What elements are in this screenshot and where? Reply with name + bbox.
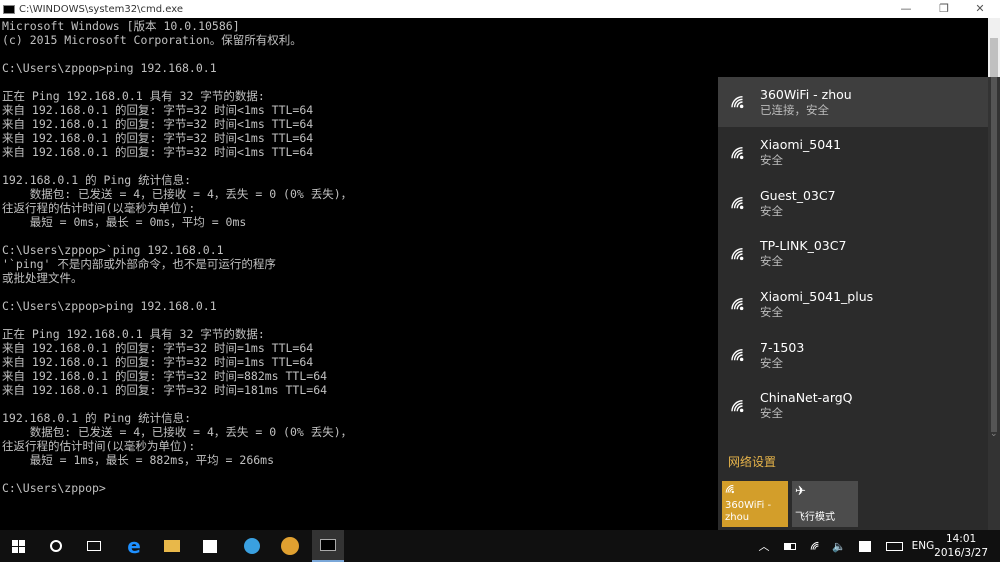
store-button[interactable] [194,530,226,562]
monkey-icon [281,537,299,555]
edge-icon: e [127,534,141,558]
airplane-icon: ✈ [795,484,806,499]
airplane-mode-tile[interactable]: ✈ 飞行模式 [792,481,858,527]
network-name: 7-1503 [760,339,805,355]
folder-icon [164,540,180,552]
task-view-icon [87,541,101,551]
wifi-icon [731,247,744,260]
wifi-network-item[interactable]: ChinaNet-argQ 安全 [718,381,988,431]
input-language[interactable]: ENG [910,530,936,562]
console-line: (c) 2015 Microsoft Corporation。保留所有权利。 [2,33,302,47]
console-line: Microsoft Windows [版本 10.0.10586] [2,19,240,33]
wifi-icon [731,349,744,362]
cmd-taskbar-button[interactable] [312,530,344,562]
wifi-icon [725,484,734,494]
minimize-button[interactable]: — [890,0,922,18]
time: 14:01 [945,533,977,545]
start-button[interactable] [4,530,32,562]
window-title: C:\WINDOWS\system32\cmd.exe [19,3,183,15]
chevron-up-icon: ︿ [758,540,770,553]
clock[interactable]: 14:01 2016/3/27 [934,532,988,560]
app-button-1[interactable] [236,530,268,562]
network-status: 安全 [760,203,783,218]
file-explorer-button[interactable] [156,530,188,562]
network-tray-icon[interactable] [806,530,826,562]
cmd-icon [320,539,336,551]
wifi-icon [731,298,744,311]
wifi-icon [731,146,744,159]
close-button[interactable]: ✕ [964,0,996,18]
wifi-network-item[interactable]: Xiaomi_5041_plus 安全 [718,279,988,329]
wifi-network-item[interactable]: 7-1503 安全 [718,330,988,380]
wifi-flyout: 360WiFi - zhou 已连接，安全 Xiaomi_5041 安全 Guest_0… [718,77,1000,530]
app-icon [244,538,260,554]
touch-keyboard-icon[interactable] [882,530,906,562]
circle-icon [50,540,62,552]
network-name: 360WiFi - zhou [760,86,852,102]
network-status: 安全 [760,355,783,370]
taskbar: e ︿ 🔈 ENG 14:01 2016/3/27 [0,530,1000,562]
title-bar: C:\WINDOWS\system32\cmd.exe — ❐ ✕ [0,0,1000,18]
network-name: TP-LINK_03C7 [760,238,847,254]
wifi-icon [731,399,744,412]
network-status: 已连接，安全 [760,102,829,117]
show-hidden-icons-button[interactable]: ︿ [756,530,772,562]
cmd-icon [3,4,15,14]
volume-icon[interactable]: 🔈 [830,530,848,562]
windows-icon [11,539,25,553]
wifi-network-item[interactable]: TP-LINK_03C7 安全 [718,229,988,279]
wifi-network-item[interactable]: Guest_03C7 安全 [718,178,988,228]
network-status: 安全 [760,254,783,269]
cortana-button[interactable] [42,530,70,562]
edge-button[interactable]: e [118,530,150,562]
network-status: 安全 [760,406,783,421]
console-line: C:\Users\zppop>ping 192.168.0.1 [2,61,217,75]
app-button-2[interactable] [274,530,306,562]
wifi-icon [731,96,744,109]
task-view-button[interactable] [80,530,108,562]
wifi-scrollbar[interactable]: ⌄ [988,77,1000,530]
date: 2016/3/27 [934,547,988,559]
action-center-icon[interactable] [854,530,876,562]
network-name: Xiaomi_5041 [760,137,842,153]
wifi-network-item-partial[interactable] [718,431,988,443]
network-name: Xiaomi_5041_plus [760,288,874,304]
wifi-network-item[interactable]: 360WiFi - zhou 已连接，安全 [718,77,988,127]
network-status: 安全 [760,153,783,168]
maximize-button[interactable]: ❐ [928,0,960,18]
wifi-icon [731,197,744,210]
battery-icon[interactable] [782,530,798,562]
wifi-tile[interactable]: 360WiFi - zhou [722,481,788,527]
store-icon [203,539,217,553]
wifi-network-item[interactable]: Xiaomi_5041 安全 [718,128,988,178]
network-settings-link[interactable]: 网络设置 [728,453,776,470]
network-name: Guest_03C7 [760,187,836,203]
network-status: 安全 [760,304,783,319]
network-name: ChinaNet-argQ [760,390,853,406]
